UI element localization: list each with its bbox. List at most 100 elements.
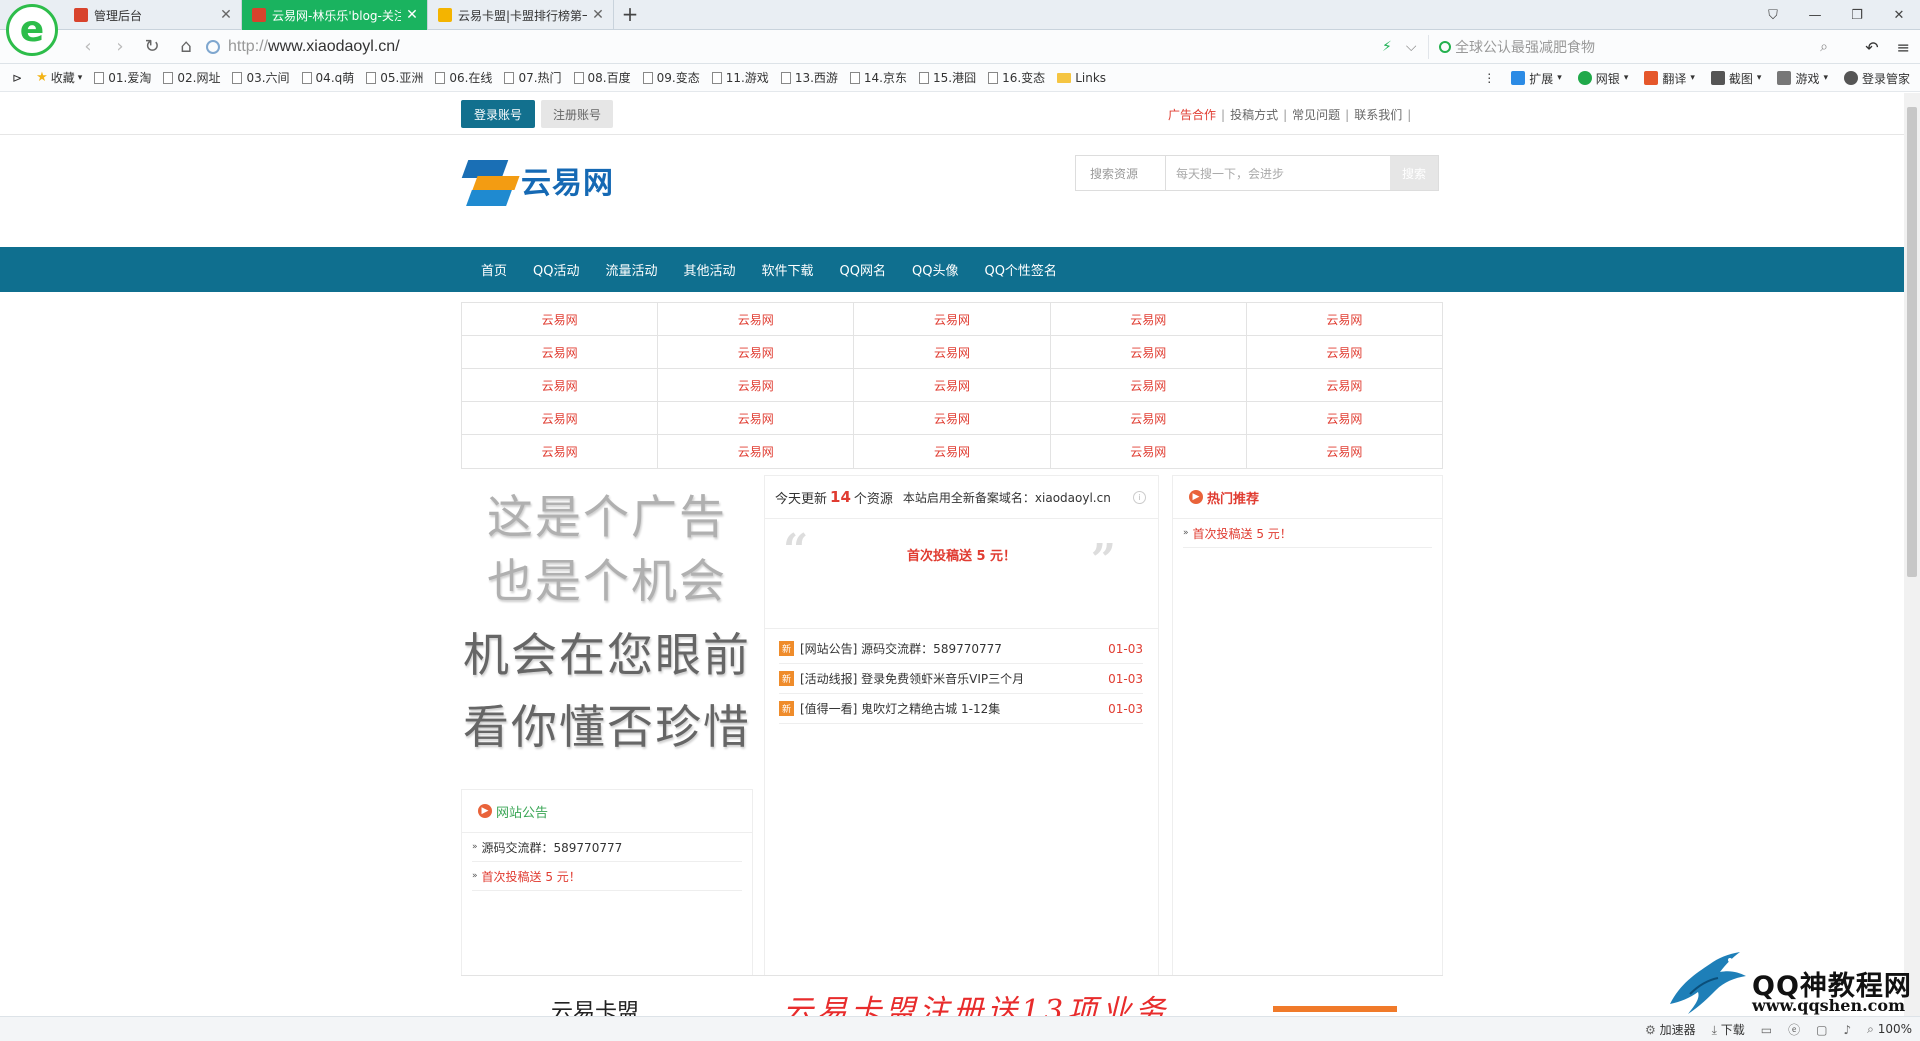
featured-quote[interactable]: “ 首次投稿送 5 元！ ” <box>765 519 1158 629</box>
news-item[interactable]: 新 [值得一看] 鬼吹灯之精绝古城 1-12集 01-03 <box>779 694 1143 724</box>
register-button[interactable]: 注册账号 <box>541 100 613 128</box>
bookmark-item[interactable]: 02.网址 <box>163 69 220 86</box>
close-window-icon[interactable]: ✕ <box>1878 0 1920 30</box>
bookmark-item[interactable]: 16.变态 <box>988 69 1045 86</box>
bookmark-favorites[interactable]: ★ 收藏 ▾ <box>36 69 82 86</box>
friend-link[interactable]: 云易网 <box>462 369 659 401</box>
bolt-icon[interactable]: ⚡ <box>1382 39 1392 55</box>
friend-link[interactable]: 云易网 <box>854 402 1051 434</box>
news-item[interactable]: 新 [网站公告] 源码交流群：589770777 01-03 <box>779 634 1143 664</box>
friend-link[interactable]: 云易网 <box>854 435 1051 468</box>
search-icon[interactable]: ⌕ <box>1820 39 1828 55</box>
friend-link[interactable]: 云易网 <box>854 303 1051 335</box>
toplink-ads[interactable]: 广告合作 <box>1168 108 1216 122</box>
close-icon[interactable]: ✕ <box>219 7 233 23</box>
bookmark-item[interactable]: 13.西游 <box>780 69 838 86</box>
bookmark-item[interactable]: 11.游戏 <box>711 69 769 86</box>
ie-icon[interactable]: ⓔ <box>1788 1021 1800 1038</box>
toplink-submit[interactable]: 投稿方式 <box>1230 108 1278 122</box>
info-icon[interactable]: i <box>1133 491 1146 504</box>
close-icon[interactable]: ✕ <box>591 7 605 23</box>
tool-login-manager[interactable]: 登录管家 <box>1843 70 1910 87</box>
back-icon[interactable]: ‹ <box>76 35 100 59</box>
nav-traffic-activity[interactable]: 流量活动 <box>592 247 670 292</box>
restore-icon[interactable]: ❐ <box>1836 0 1878 30</box>
tab-yunyi[interactable]: 云易网-林乐乐'blog-关注最新QQ ✕ <box>242 0 428 30</box>
banner-button[interactable] <box>1273 1006 1397 1012</box>
friend-link[interactable]: 云易网 <box>462 402 659 434</box>
friend-link[interactable]: 云易网 <box>1247 402 1442 434</box>
login-button[interactable]: 登录账号 <box>461 100 535 128</box>
window-icon[interactable]: ▢ <box>1816 1023 1827 1037</box>
friend-link[interactable]: 云易网 <box>658 402 855 434</box>
scrollbar-thumb[interactable] <box>1907 107 1917 577</box>
tool-ebank[interactable]: 网银 ▾ <box>1577 70 1628 87</box>
tool-extensions[interactable]: 扩展 ▾ <box>1511 70 1562 87</box>
vertical-scrollbar[interactable] <box>1904 93 1920 1016</box>
nav-qq-nickname[interactable]: QQ网名 <box>827 247 899 292</box>
nav-qq-activity[interactable]: QQ活动 <box>520 247 592 292</box>
nav-software-download[interactable]: 软件下载 <box>749 247 827 292</box>
list-item[interactable]: » 首次投稿送 5 元！ <box>1183 519 1432 548</box>
toplink-faq[interactable]: 常见问题 <box>1292 108 1340 122</box>
sound-icon[interactable]: ♪ <box>1843 1023 1851 1037</box>
nav-qq-avatar[interactable]: QQ头像 <box>899 247 971 292</box>
bookmark-item[interactable]: 05.亚洲 <box>366 69 423 86</box>
close-icon[interactable]: ✕ <box>405 7 419 23</box>
refresh-icon[interactable]: ↻ <box>140 35 164 59</box>
browser-logo-icon[interactable]: e <box>6 4 58 56</box>
bookmark-item[interactable]: 15.港囧 <box>919 69 976 86</box>
friend-link[interactable]: 云易网 <box>1247 336 1442 368</box>
tool-translate[interactable]: 翻译 ▾ <box>1644 70 1695 87</box>
nav-qq-signature[interactable]: QQ个性签名 <box>971 247 1069 292</box>
site-logo[interactable]: 云易网 <box>461 150 614 210</box>
friend-link[interactable]: 云易网 <box>1051 336 1247 368</box>
friend-link[interactable]: 云易网 <box>658 336 855 368</box>
friend-link[interactable]: 云易网 <box>1247 369 1442 401</box>
new-tab-button[interactable]: + <box>618 3 642 27</box>
bookmark-item[interactable]: 14.京东 <box>849 69 907 86</box>
tool-screenshot[interactable]: 截图 ▾ <box>1710 70 1761 87</box>
url-field[interactable]: http://www.xiaodaoyl.cn/ <box>206 35 1398 59</box>
status-download[interactable]: ⤓ 下载 <box>1712 1021 1745 1038</box>
bookmark-item[interactable]: 06.在线 <box>435 69 492 86</box>
image-icon[interactable]: ▭ <box>1761 1023 1772 1037</box>
tool-games[interactable]: 游戏 ▾ <box>1777 70 1828 87</box>
tab-admin[interactable]: 管理后台 ✕ <box>64 0 242 30</box>
friend-link[interactable]: 云易网 <box>1051 369 1247 401</box>
friend-link[interactable]: 云易网 <box>854 369 1051 401</box>
friend-link[interactable]: 云易网 <box>1247 303 1442 335</box>
friend-link[interactable]: 云易网 <box>854 336 1051 368</box>
tab-kameng[interactable]: 云易卡盟|卡盟排行榜第一名,全网 ✕ <box>428 0 614 30</box>
chevron-down-icon[interactable]: ⌵ <box>1406 39 1417 55</box>
bookmark-item[interactable]: 07.热门 <box>504 69 562 86</box>
bookmark-item[interactable]: 01.爱淘 <box>94 69 151 86</box>
status-zoom[interactable]: ⌕ 100% <box>1867 1022 1912 1037</box>
site-search-button[interactable]: 搜索 <box>1390 156 1438 190</box>
list-item[interactable]: » 首次投稿送 5 元！ <box>472 862 742 891</box>
search-category-select[interactable]: 搜索资源 <box>1076 156 1166 190</box>
list-item[interactable]: » 源码交流群：589770777 <box>472 833 742 862</box>
bookmark-item[interactable]: 04.q萌 <box>301 69 354 86</box>
minimize-icon[interactable]: — <box>1794 0 1836 30</box>
bookmark-item[interactable]: 03.六间 <box>232 69 290 86</box>
toplink-contact[interactable]: 联系我们 <box>1354 108 1402 122</box>
bookmark-item[interactable]: 09.变态 <box>642 69 700 86</box>
friend-link[interactable]: 云易网 <box>462 336 659 368</box>
bookmark-folder[interactable]: Links <box>1057 71 1106 85</box>
home-icon[interactable]: ⌂ <box>174 35 198 59</box>
browser-search-input[interactable]: 全球公认最强减肥食物 ⌕ <box>1428 35 1828 59</box>
forward-icon[interactable]: › <box>108 35 132 59</box>
bookmark-item[interactable]: 08.百度 <box>573 69 631 86</box>
friend-link[interactable]: 云易网 <box>1051 402 1247 434</box>
friend-link[interactable]: 云易网 <box>1051 303 1247 335</box>
nav-home[interactable]: 首页 <box>468 247 520 292</box>
bookmark-toggle-icon[interactable]: ⊳ <box>12 71 22 85</box>
status-accelerator[interactable]: ⚙ 加速器 <box>1645 1021 1696 1038</box>
friend-link[interactable]: 云易网 <box>1051 435 1247 468</box>
ad-banner[interactable]: 这是个广告 也是个机会 机会在您眼前 看你懂否珍惜 <box>461 475 753 785</box>
news-item[interactable]: 新 [活动线报] 登录免费领虾米音乐VIP三个月 01-03 <box>779 664 1143 694</box>
kameng-banner[interactable]: 云易卡盟 云易卡盟注册送13项业务 <box>461 975 1443 1016</box>
skin-icon[interactable]: ⛉ <box>1752 0 1794 30</box>
friend-link[interactable]: 云易网 <box>462 435 659 468</box>
